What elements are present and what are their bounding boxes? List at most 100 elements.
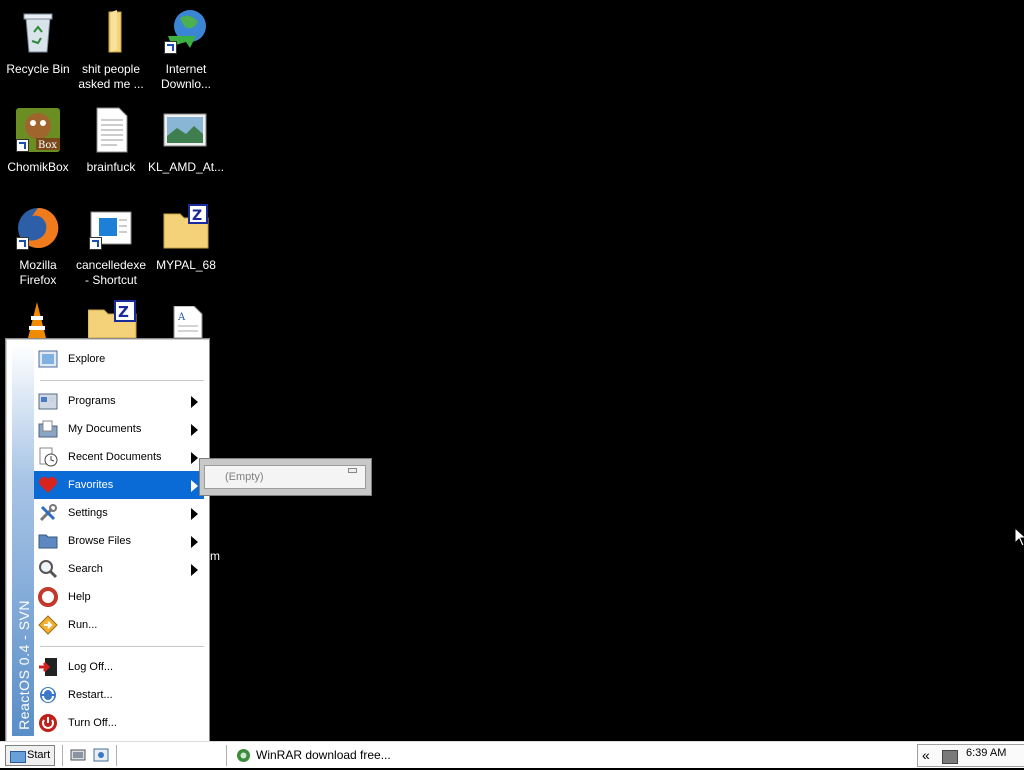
start-button-label: Start bbox=[27, 749, 51, 761]
desktop-icon-firefox[interactable]: Mozilla Firefox bbox=[0, 204, 76, 288]
desktop-icon-label: brainfuck bbox=[86, 160, 136, 174]
submenu-arrow-icon bbox=[191, 536, 198, 548]
menu-item-log-off[interactable]: Log Off... bbox=[34, 653, 204, 681]
zip-folder-icon[interactable]: Z bbox=[87, 300, 138, 339]
search-icon bbox=[38, 559, 58, 579]
desktop-icon-kl-amd[interactable]: KL_AMD_At... bbox=[148, 106, 224, 175]
menu-item-label: Search bbox=[68, 563, 103, 575]
settings-icon bbox=[38, 503, 58, 523]
desktop-icon-brainfuck[interactable]: brainfuck bbox=[73, 106, 149, 175]
shortcut-arrow-icon bbox=[164, 41, 177, 54]
svg-text:A: A bbox=[177, 312, 186, 323]
desktop-icon-label: KL_AMD_At... bbox=[148, 160, 225, 174]
svg-text:Box: Box bbox=[38, 140, 57, 151]
desktop-icon-label: shit people asked me ... bbox=[78, 62, 144, 91]
desktop-icon-cancelledexe[interactable]: cancelledexe - Shortcut bbox=[73, 204, 149, 288]
zip-folder-icon: Z bbox=[162, 204, 210, 252]
menu-item-explore[interactable]: Explore bbox=[34, 345, 204, 373]
menu-separator bbox=[40, 380, 204, 381]
taskbar-button-label: WinRAR download free... bbox=[256, 748, 391, 762]
folder-icon bbox=[87, 8, 135, 56]
restart-icon bbox=[38, 685, 58, 705]
svg-text:Z: Z bbox=[192, 208, 202, 224]
svg-text:Z: Z bbox=[118, 303, 129, 321]
explore-icon bbox=[38, 349, 58, 369]
desktop-icon-label: MYPAL_68 bbox=[156, 258, 216, 272]
menu-item-label: Favorites bbox=[68, 479, 114, 491]
browse-files-icon bbox=[38, 531, 58, 551]
menu-item-recent-documents[interactable]: Recent Documents bbox=[34, 443, 204, 471]
submenu-arrow-icon bbox=[191, 508, 198, 520]
desktop-icon-internet-download-manager[interactable]: Internet Downlo... bbox=[148, 8, 224, 92]
taskbar-divider bbox=[116, 745, 120, 766]
firefox-icon bbox=[14, 204, 62, 252]
taskbar-divider bbox=[226, 745, 230, 766]
shortcut-arrow-icon bbox=[16, 139, 29, 152]
submenu-arrow-icon bbox=[191, 424, 198, 436]
start-menu-banner: ReactOS 0.4 - SVN bbox=[12, 344, 34, 736]
help-icon bbox=[38, 587, 58, 607]
chomikbox-icon: Box bbox=[14, 106, 62, 154]
start-button[interactable]: Start bbox=[5, 745, 55, 766]
taskbar-divider bbox=[62, 745, 66, 766]
menu-item-label: Help bbox=[68, 591, 91, 603]
favorites-icon bbox=[38, 475, 58, 495]
tray-expand-chevron-icon[interactable]: « bbox=[922, 747, 930, 763]
my-documents-icon bbox=[38, 419, 58, 439]
submenu-arrow-icon bbox=[191, 396, 198, 408]
menu-item-programs[interactable]: Programs bbox=[34, 387, 204, 415]
recent-documents-icon bbox=[38, 447, 58, 467]
menu-item-run[interactable]: Run... bbox=[34, 611, 204, 639]
start-logo-icon bbox=[10, 751, 26, 763]
quick-launch-explorer-icon[interactable] bbox=[93, 747, 109, 763]
network-icon[interactable] bbox=[942, 750, 958, 764]
browser-icon bbox=[236, 748, 251, 763]
system-tray: « 6:39 AM bbox=[917, 744, 1024, 767]
menu-item-label: Restart... bbox=[68, 689, 113, 701]
menu-item-favorites[interactable]: Favorites bbox=[34, 471, 204, 499]
menu-item-label: Programs bbox=[68, 395, 116, 407]
menu-item-label: My Documents bbox=[68, 423, 142, 435]
shortcut-window-icon bbox=[87, 204, 135, 252]
submenu-grip[interactable] bbox=[348, 468, 357, 473]
image-file-icon bbox=[162, 106, 210, 154]
desktop-icon-label: Recycle Bin bbox=[6, 62, 70, 76]
shortcut-arrow-icon bbox=[89, 237, 102, 250]
menu-item-turn-off[interactable]: Turn Off... bbox=[34, 709, 204, 737]
submenu-arrow-icon bbox=[191, 452, 198, 464]
desktop-icon-chomikbox[interactable]: Box ChomikBox bbox=[0, 106, 76, 175]
menu-item-my-documents[interactable]: My Documents bbox=[34, 415, 204, 443]
menu-item-label: Turn Off... bbox=[68, 717, 117, 729]
desktop-icon-mypal[interactable]: Z MYPAL_68 bbox=[148, 204, 224, 273]
show-desktop-icon[interactable] bbox=[70, 747, 86, 763]
desktop-icon-label: Internet Downlo... bbox=[160, 62, 212, 91]
favorites-submenu: (Empty) bbox=[199, 458, 372, 496]
menu-item-label: Log Off... bbox=[68, 661, 114, 673]
menu-item-label: Browse Files bbox=[68, 535, 131, 547]
clock[interactable]: 6:39 AM bbox=[966, 747, 1006, 759]
text-file-icon bbox=[87, 106, 135, 154]
menu-item-help[interactable]: Help bbox=[34, 583, 204, 611]
desktop-icon-label-partial: m bbox=[210, 549, 220, 563]
submenu-empty-item: (Empty) bbox=[225, 471, 264, 483]
submenu-arrow-icon bbox=[191, 564, 198, 576]
submenu-arrow-icon bbox=[191, 480, 198, 492]
menu-separator bbox=[40, 646, 204, 647]
internet-download-manager-icon bbox=[162, 8, 210, 56]
shortcut-arrow-icon bbox=[16, 237, 29, 250]
menu-item-search[interactable]: Search bbox=[34, 555, 204, 583]
run-icon bbox=[38, 615, 58, 635]
document-icon[interactable]: A bbox=[170, 305, 204, 339]
start-menu: ReactOS 0.4 - SVN Explore Programs My Do… bbox=[5, 338, 210, 742]
menu-item-label: Explore bbox=[68, 353, 106, 365]
log-off-icon bbox=[38, 657, 58, 677]
programs-icon bbox=[38, 391, 58, 411]
desktop-icon-recycle-bin[interactable]: Recycle Bin bbox=[0, 8, 76, 77]
desktop-icon-folder[interactable]: shit people asked me ... bbox=[73, 8, 149, 92]
vlc-icon[interactable] bbox=[18, 302, 56, 338]
taskbar-button-winrar[interactable]: WinRAR download free... bbox=[232, 745, 392, 766]
menu-item-browse-files[interactable]: Browse Files bbox=[34, 527, 204, 555]
turn-off-icon bbox=[38, 713, 58, 733]
menu-item-settings[interactable]: Settings bbox=[34, 499, 204, 527]
menu-item-restart[interactable]: Restart... bbox=[34, 681, 204, 709]
